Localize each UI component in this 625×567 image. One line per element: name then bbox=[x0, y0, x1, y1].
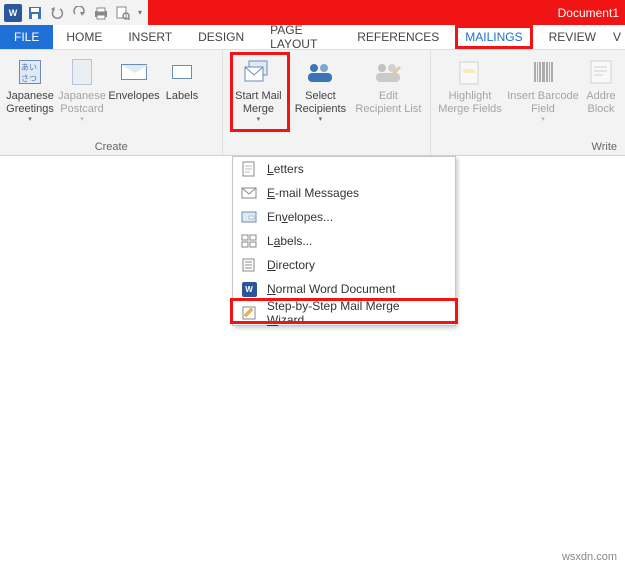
dropdown-arrow-icon: ▾ bbox=[28, 115, 32, 123]
undo-icon[interactable] bbox=[47, 3, 67, 23]
tab-references[interactable]: REFERENCES bbox=[344, 25, 452, 49]
qat-customize-arrow[interactable]: ▾ bbox=[135, 3, 145, 23]
edit-recipient-list-button: Edit Recipient List bbox=[351, 54, 425, 117]
print-preview-icon[interactable] bbox=[113, 3, 133, 23]
title-bar: W ▾ Document1 bbox=[0, 0, 625, 25]
group-start-mail-merge: Start Mail Merge ▾ Select Recipients ▾ E… bbox=[223, 50, 431, 155]
envelope-icon bbox=[239, 208, 259, 226]
envelopes-button[interactable]: Envelopes bbox=[108, 54, 160, 105]
menu-label: Directory bbox=[267, 258, 315, 272]
tab-view-cut[interactable]: V bbox=[609, 25, 625, 49]
label-icon bbox=[166, 56, 198, 88]
email-icon bbox=[239, 184, 259, 202]
menu-label: Step-by-Step Mail Merge Wizard... bbox=[267, 299, 449, 327]
envelope-icon bbox=[118, 56, 150, 88]
watermark: wsxdn.com bbox=[562, 551, 617, 563]
start-mail-merge-button[interactable]: Start Mail Merge ▾ bbox=[227, 54, 289, 125]
tab-design[interactable]: DESIGN bbox=[185, 25, 257, 49]
group-label-create: Create bbox=[4, 139, 218, 153]
highlight-icon bbox=[454, 56, 486, 88]
menu-item-normal-doc[interactable]: W Normal Word Document bbox=[233, 277, 455, 301]
ribbon: あいさつ Japanese Greetings ▾ Japanese Postc… bbox=[0, 50, 625, 156]
tab-mailings[interactable]: MAILINGS bbox=[452, 25, 535, 49]
dropdown-arrow-icon: ▾ bbox=[541, 115, 545, 123]
edit-list-icon bbox=[372, 56, 404, 88]
dropdown-arrow-icon: ▾ bbox=[80, 115, 84, 123]
menu-label: Letters bbox=[267, 162, 304, 176]
menu-label: Normal Word Document bbox=[267, 282, 396, 296]
highlight-merge-fields-button: Highlight Merge Fields bbox=[435, 54, 505, 117]
word-app-icon[interactable]: W bbox=[3, 3, 23, 23]
group-label-write: Write bbox=[435, 139, 621, 153]
quick-print-icon[interactable] bbox=[91, 3, 111, 23]
select-recipients-button[interactable]: Select Recipients ▾ bbox=[289, 54, 351, 125]
mail-merge-icon bbox=[242, 56, 274, 88]
insert-barcode-field-button: Insert Barcode Field ▾ bbox=[505, 54, 581, 125]
menu-label: Labels... bbox=[267, 234, 312, 248]
address-block-icon bbox=[585, 56, 617, 88]
redo-icon[interactable] bbox=[69, 3, 89, 23]
japanese-greetings-button[interactable]: あいさつ Japanese Greetings ▾ bbox=[4, 54, 56, 125]
group-create: あいさつ Japanese Greetings ▾ Japanese Postc… bbox=[0, 50, 223, 155]
directory-icon bbox=[239, 256, 259, 274]
menu-item-envelopes[interactable]: Envelopes... bbox=[233, 205, 455, 229]
word-doc-icon: W bbox=[239, 280, 259, 298]
menu-item-labels[interactable]: Labels... bbox=[233, 229, 455, 253]
japanese-postcard-button: Japanese Postcard ▾ bbox=[56, 54, 108, 125]
menu-label: Envelopes... bbox=[267, 210, 333, 224]
menu-item-letters[interactable]: Letters bbox=[233, 157, 455, 181]
tab-insert[interactable]: INSERT bbox=[115, 25, 185, 49]
labels-menu-icon bbox=[239, 232, 259, 250]
dropdown-arrow-icon: ▾ bbox=[257, 115, 261, 123]
tab-review[interactable]: REVIEW bbox=[536, 25, 609, 49]
menu-item-wizard[interactable]: Step-by-Step Mail Merge Wizard... bbox=[233, 301, 455, 325]
menu-label: E-mail Messages bbox=[267, 186, 359, 200]
tab-file[interactable]: FILE bbox=[0, 25, 53, 49]
ribbon-tabs: FILE HOME INSERT DESIGN PAGE LAYOUT REFE… bbox=[0, 25, 625, 50]
wizard-icon bbox=[239, 304, 259, 322]
document-title: Document1 bbox=[148, 6, 625, 20]
menu-item-email[interactable]: E-mail Messages bbox=[233, 181, 455, 205]
recipients-icon bbox=[304, 56, 336, 88]
letter-icon bbox=[239, 160, 259, 178]
dropdown-arrow-icon: ▾ bbox=[319, 115, 323, 123]
menu-item-directory[interactable]: Directory bbox=[233, 253, 455, 277]
address-block-button: Addre Block bbox=[581, 54, 621, 117]
save-icon[interactable] bbox=[25, 3, 45, 23]
labels-button[interactable]: Labels bbox=[160, 54, 204, 105]
start-mail-merge-menu: Letters E-mail Messages Envelopes... Lab… bbox=[232, 156, 456, 326]
postcard-icon bbox=[66, 56, 98, 88]
tab-home[interactable]: HOME bbox=[53, 25, 115, 49]
quick-access-toolbar: W ▾ bbox=[0, 0, 148, 25]
greeting-card-icon: あいさつ bbox=[14, 56, 46, 88]
tab-page-layout[interactable]: PAGE LAYOUT bbox=[257, 25, 344, 49]
group-write-insert: Highlight Merge Fields Insert Barcode Fi… bbox=[431, 50, 625, 155]
barcode-icon bbox=[527, 56, 559, 88]
